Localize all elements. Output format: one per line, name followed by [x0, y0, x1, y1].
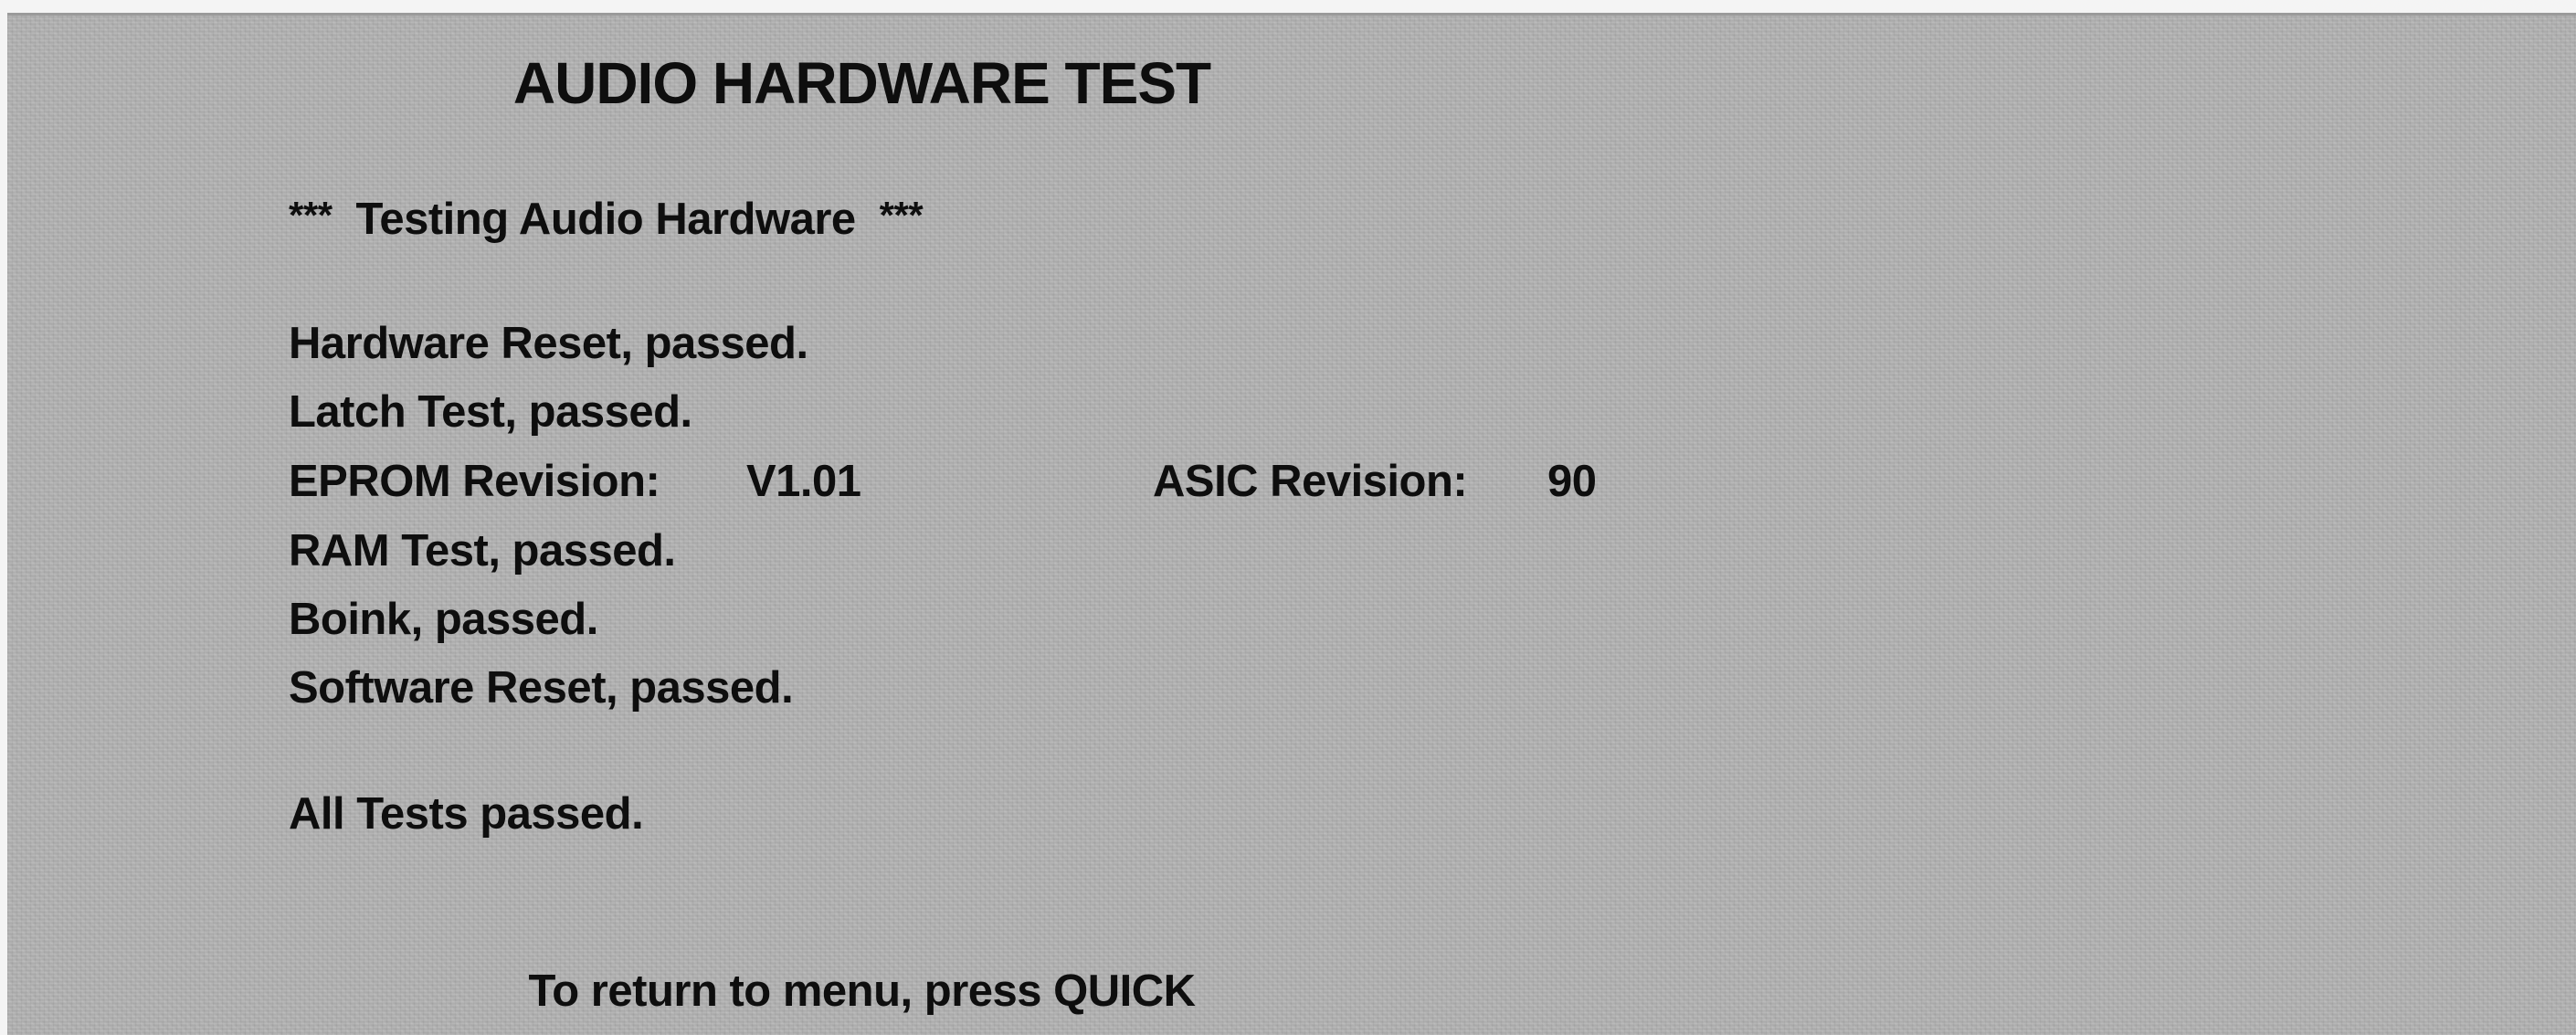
result-boink: Boink, passed.	[289, 595, 598, 644]
result-ram-test: RAM Test, passed.	[289, 526, 676, 576]
result-software-reset: Software Reset, passed.	[289, 663, 794, 713]
banner-stars-right: ***	[879, 194, 924, 237]
result-hardware-reset: Hardware Reset, passed.	[289, 319, 808, 368]
return-instruction: To return to menu, press QUICK	[528, 966, 1196, 1016]
eprom-revision-value: V1.01	[746, 457, 861, 506]
screen-title: AUDIO HARDWARE TEST	[512, 50, 1211, 116]
summary-all-tests: All Tests passed.	[289, 789, 644, 839]
asic-revision-label: ASIC Revision:	[1153, 457, 1468, 506]
asic-revision-value: 90	[1547, 457, 1597, 506]
audio-test-screen: AUDIO HARDWARE TEST *** Testing Audio Har…	[7, 13, 2576, 1035]
eprom-revision-label: EPROM Revision:	[289, 457, 660, 506]
banner-text: Testing Audio Hardware	[355, 195, 857, 244]
result-latch-test: Latch Test, passed.	[289, 387, 692, 437]
testing-banner: *** Testing Audio Hardware ***	[289, 194, 924, 244]
banner-stars-left: ***	[289, 194, 333, 237]
